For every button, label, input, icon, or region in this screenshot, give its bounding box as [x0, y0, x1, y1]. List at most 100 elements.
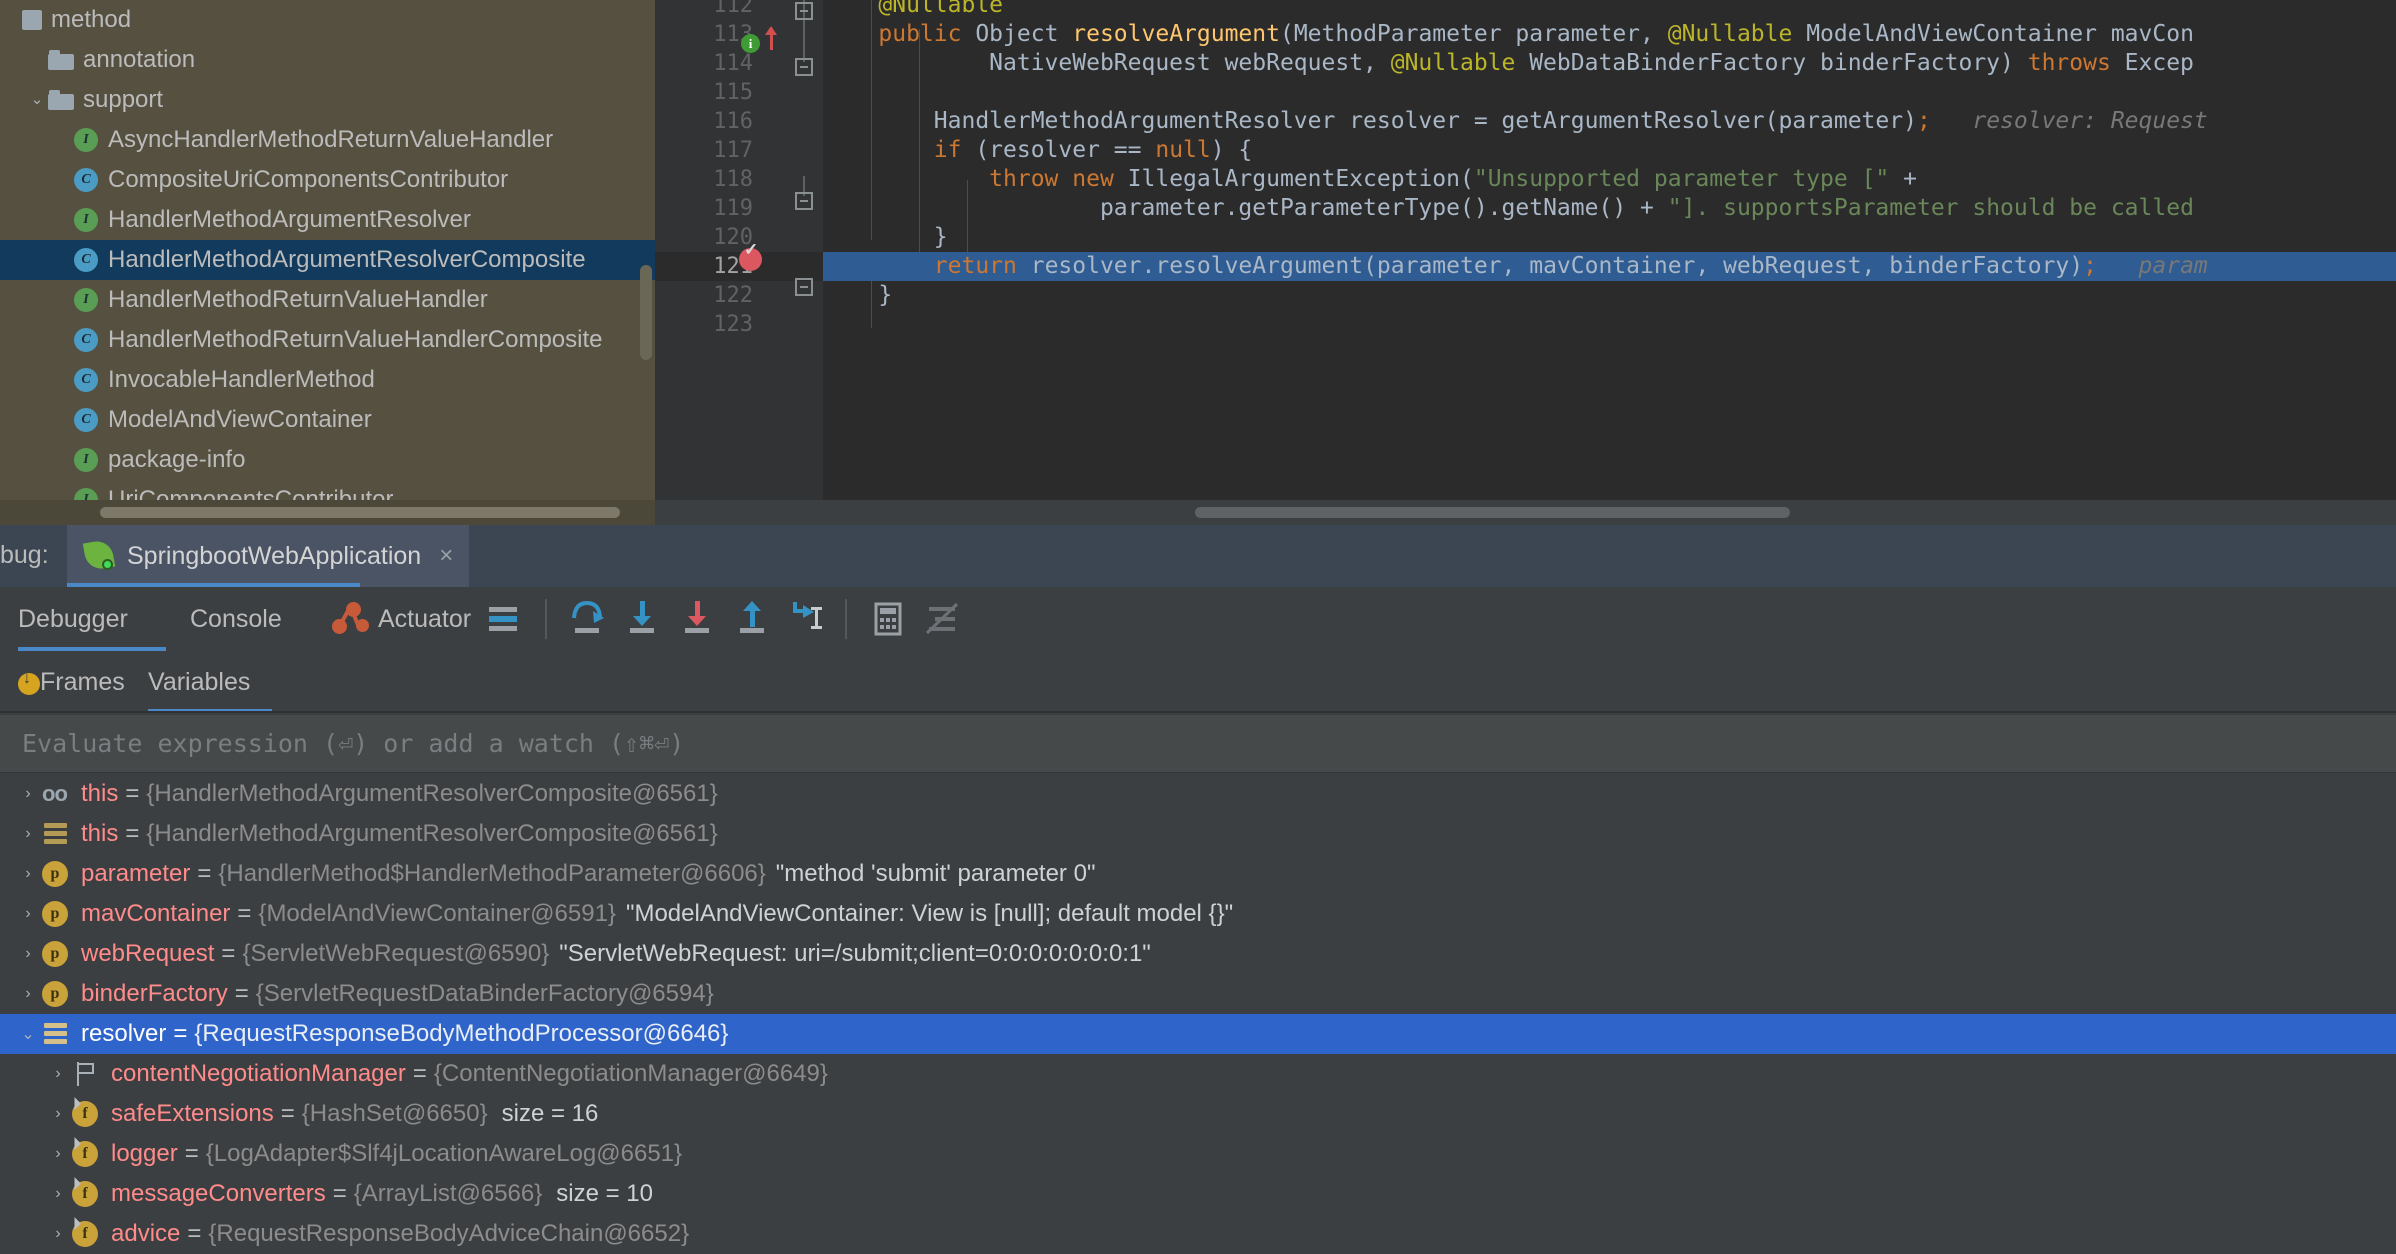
line-number: 117 — [713, 136, 753, 165]
chevron-icon[interactable]: › — [14, 945, 42, 963]
square-icon — [22, 10, 42, 30]
chevron-icon[interactable]: › — [14, 985, 42, 1003]
class-icon: C — [74, 368, 98, 392]
fold-line — [803, 22, 805, 62]
project-tree-vertical-scrollbar[interactable] — [640, 265, 652, 360]
code-line[interactable]: parameter.getParameterType().getName() +… — [823, 194, 2396, 223]
variable-reference: {RequestResponseBodyAdviceChain@6652} — [208, 1220, 689, 1248]
code-text-area[interactable]: @Nullable public Object resolveArgument(… — [823, 0, 2396, 525]
variable-name: advice — [111, 1220, 180, 1248]
fold-marker-collapse-icon[interactable] — [795, 192, 813, 210]
chevron-icon[interactable]: › — [14, 785, 42, 803]
code-line[interactable]: HandlerMethodArgumentResolver resolver =… — [823, 107, 2396, 136]
code-token: "Unsupported parameter type [" — [1474, 166, 1889, 192]
code-token: IllegalArgumentException( — [1128, 166, 1474, 192]
project-tree-panel[interactable]: methodannotation⌄supportIAsyncHandlerMet… — [0, 0, 655, 525]
code-line[interactable]: if (resolver == null) { — [823, 136, 2396, 165]
tab-variables[interactable]: Variables — [148, 651, 250, 713]
project-tree-horizontal-scrollbar[interactable] — [0, 500, 655, 525]
code-token: } — [823, 282, 892, 308]
tree-item-package-info[interactable]: Ipackage-info — [0, 440, 655, 480]
chevron-icon[interactable]: › — [44, 1185, 72, 1203]
fold-marker-collapse-icon[interactable] — [795, 278, 813, 296]
variable-row-advice[interactable]: ›fadvice={RequestResponseBodyAdviceChain… — [0, 1214, 2396, 1254]
variable-row-this[interactable]: ›oothis={HandlerMethodArgumentResolverCo… — [0, 774, 2396, 814]
chevron-icon[interactable]: › — [44, 1065, 72, 1083]
tree-item-handlermethodreturnvaluehandler[interactable]: IHandlerMethodReturnValueHandler — [0, 280, 655, 320]
chevron-icon[interactable]: › — [44, 1145, 72, 1163]
project-tree-hscroll-thumb[interactable] — [100, 507, 620, 518]
code-line[interactable]: @Nullable — [823, 0, 2396, 20]
mute-breakpoints-icon[interactable] — [920, 587, 966, 651]
code-line[interactable] — [823, 310, 2396, 339]
variable-row-binderFactory[interactable]: ›pbinderFactory={ServletRequestDataBinde… — [0, 974, 2396, 1014]
step-over-icon[interactable] — [565, 587, 611, 651]
code-line[interactable]: } — [823, 223, 2396, 252]
tree-item-support[interactable]: ⌄support — [0, 80, 655, 120]
debugger-panel-tabs: Frames Variables — [0, 651, 2396, 713]
chevron-icon[interactable]: › — [14, 865, 42, 883]
tree-item-handlermethodargumentresolvercomposite[interactable]: CHandlerMethodArgumentResolverComposite — [0, 240, 655, 280]
tree-item-method[interactable]: method — [0, 0, 655, 40]
tree-item-handlermethodargumentresolver[interactable]: IHandlerMethodArgumentResolver — [0, 200, 655, 240]
variable-row-this[interactable]: ›this={HandlerMethodArgumentResolverComp… — [0, 814, 2396, 854]
variable-row-messageConverters[interactable]: ›fmessageConverters={ArrayList@6566}size… — [0, 1174, 2396, 1214]
tree-expand-arrow-icon[interactable]: ⌄ — [26, 80, 48, 120]
variables-tree[interactable]: ›oothis={HandlerMethodArgumentResolverCo… — [0, 774, 2396, 1254]
code-editor[interactable]: 112113114115116117118119120121122123 i ✓ — [655, 0, 2396, 525]
run-configuration-tab[interactable]: SpringbootWebApplication × — [67, 525, 469, 587]
step-out-icon[interactable] — [730, 587, 776, 651]
step-into-icon[interactable] — [620, 587, 666, 651]
fold-marker-collapse-icon[interactable] — [795, 58, 813, 76]
code-line[interactable]: throw new IllegalArgumentException("Unsu… — [823, 165, 2396, 194]
close-icon[interactable]: × — [439, 542, 453, 570]
static-fields-icon: oo — [42, 780, 70, 808]
method-override-arrow-icon[interactable] — [770, 28, 773, 50]
variable-row-webRequest[interactable]: ›pwebRequest={ServletWebRequest@6590}"Se… — [0, 934, 2396, 974]
code-line[interactable]: public Object resolveArgument(MethodPara… — [823, 20, 2396, 49]
fold-marker-collapse-icon[interactable] — [795, 2, 813, 20]
variable-row-parameter[interactable]: ›pparameter={HandlerMethod$HandlerMethod… — [0, 854, 2396, 894]
variable-row-safeExtensions[interactable]: ›fsafeExtensions={HashSet@6650}size = 16 — [0, 1094, 2396, 1134]
class-icon: C — [74, 168, 98, 192]
tree-item-annotation[interactable]: annotation — [0, 40, 655, 80]
code-line[interactable]: } — [823, 281, 2396, 310]
evaluate-expression-input[interactable]: Evaluate expression (⏎) or add a watch (… — [0, 715, 2396, 773]
chevron-icon[interactable]: › — [14, 825, 42, 843]
code-line[interactable] — [823, 78, 2396, 107]
tree-item-compositeuricomponentscontributor[interactable]: CCompositeUriComponentsContributor — [0, 160, 655, 200]
tree-item-invocablehandlermethod[interactable]: CInvocableHandlerMethod — [0, 360, 655, 400]
code-token — [823, 253, 934, 279]
code-line[interactable]: NativeWebRequest webRequest, @Nullable W… — [823, 49, 2396, 78]
chevron-icon[interactable]: › — [14, 905, 42, 923]
editor-horizontal-scrollbar[interactable] — [655, 500, 2396, 525]
code-token: resolver: Request — [1931, 108, 2208, 134]
tab-actuator[interactable]: Actuator — [330, 587, 471, 651]
editor-hscroll-thumb[interactable] — [1195, 507, 1790, 518]
tree-item-handlermethodreturnvaluehandlercomposite[interactable]: CHandlerMethodReturnValueHandlerComposit… — [0, 320, 655, 360]
tab-debugger[interactable]: Debugger — [18, 587, 128, 651]
tab-frames[interactable]: Frames — [40, 651, 125, 713]
layout-settings-icon[interactable] — [480, 587, 526, 651]
tree-item-modelandviewcontainer[interactable]: CModelAndViewContainer — [0, 400, 655, 440]
breakpoint-icon[interactable]: i — [741, 34, 760, 53]
class-icon: C — [74, 408, 98, 432]
run-to-cursor-icon[interactable] — [785, 587, 831, 651]
chevron-icon[interactable]: › — [44, 1105, 72, 1123]
interface-icon: I — [74, 128, 98, 152]
tree-item-asynchandlermethodreturnvaluehandler[interactable]: IAsyncHandlerMethodReturnValueHandler — [0, 120, 655, 160]
code-line[interactable]: return resolver.resolveArgument(paramete… — [823, 252, 2396, 281]
code-token: resolveArgument — [1155, 253, 1363, 279]
tab-console[interactable]: Console — [190, 587, 282, 651]
chevron-icon[interactable]: › — [44, 1225, 72, 1243]
field-icon: f — [72, 1100, 100, 1128]
variable-row-resolver[interactable]: ⌄resolver={RequestResponseBodyMethodProc… — [0, 1014, 2396, 1054]
code-token: (MethodParameter parameter, — [1280, 21, 1668, 47]
chevron-icon[interactable]: ⌄ — [14, 1024, 42, 1044]
variable-row-logger[interactable]: ›flogger={LogAdapter$Slf4jLocationAwareL… — [0, 1134, 2396, 1174]
force-step-into-icon[interactable] — [675, 587, 721, 651]
code-folding-column[interactable] — [785, 0, 823, 525]
evaluate-expression-icon[interactable] — [865, 587, 911, 651]
variable-row-mavContainer[interactable]: ›pmavContainer={ModelAndViewContainer@65… — [0, 894, 2396, 934]
variable-row-contentNegotiationManager[interactable]: ›contentNegotiationManager={ContentNegot… — [0, 1054, 2396, 1094]
